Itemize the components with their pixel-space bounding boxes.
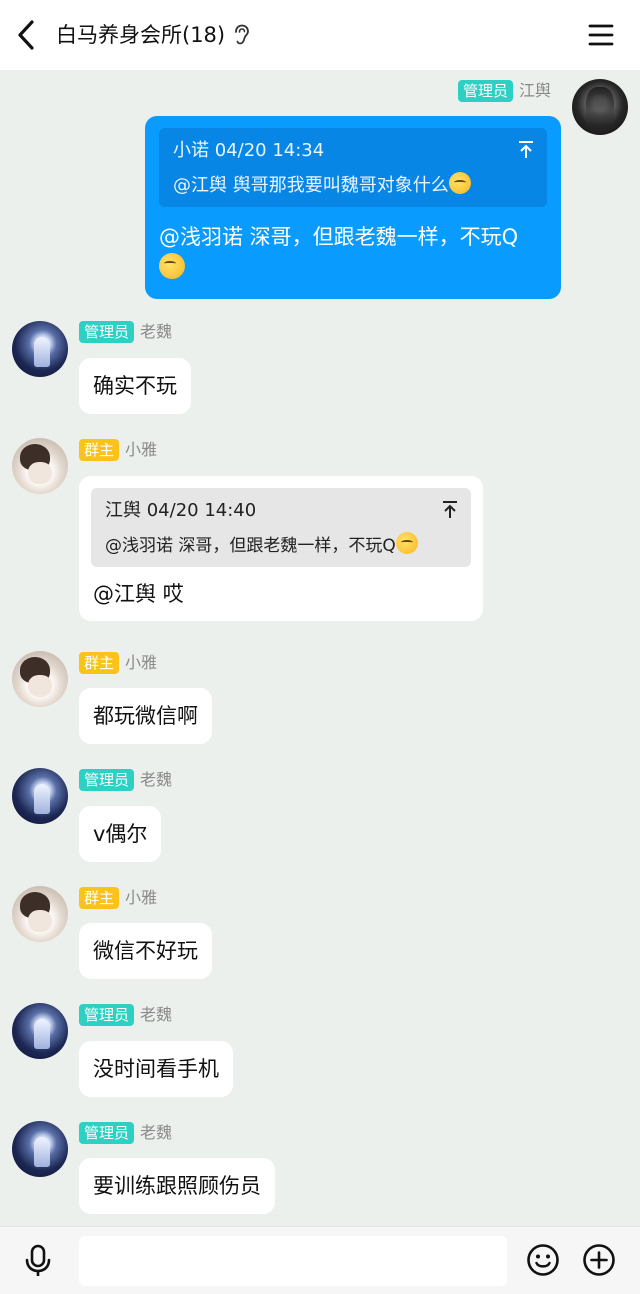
microphone-icon: [25, 1244, 51, 1276]
quoted-message[interactable]: 小诺 04/20 14:34 @江舆 舆哥那我要叫魏哥对象什么: [159, 128, 547, 207]
ear-icon[interactable]: [233, 24, 251, 46]
chat-title: 白马养身会所(18): [56, 23, 226, 47]
quote-text: @浅羽诺 深哥，但跟老魏一样，不玩Q: [105, 532, 457, 559]
quoted-message[interactable]: 江舆 04/20 14:40 @浅羽诺 深哥，但跟老魏一样，不玩Q: [91, 488, 471, 567]
message-text: 确实不玩: [93, 374, 177, 398]
tongue-emoji-icon: [159, 253, 185, 279]
admin-badge: 管理员: [79, 321, 135, 343]
menu-button[interactable]: [586, 20, 616, 50]
avatar[interactable]: [12, 1121, 68, 1177]
message-meta: 群主 小雅: [79, 887, 157, 909]
avatar[interactable]: [572, 79, 628, 135]
message-bubble[interactable]: 要训练跟照顾伤员: [79, 1158, 275, 1214]
input-bar: [0, 1226, 640, 1294]
avatar[interactable]: [12, 438, 68, 494]
sender-name: 小雅: [125, 888, 158, 907]
message-bubble[interactable]: 江舆 04/20 14:40 @浅羽诺 深哥，但跟老魏一样，不玩Q @江舆 哎: [79, 476, 483, 621]
chat-area[interactable]: 管理员 江舆 小诺 04/20 14:34 @江舆 舆哥那我要叫魏哥对象什么 @…: [0, 70, 640, 1226]
avatar[interactable]: [12, 321, 68, 377]
message-meta: 群主 小雅: [79, 439, 157, 461]
message-bubble[interactable]: 都玩微信啊: [79, 688, 212, 744]
more-button[interactable]: [582, 1243, 616, 1277]
message-text: v偶尔: [93, 822, 148, 846]
sender-name: 老魏: [140, 1123, 173, 1142]
top-bar: 白马养身会所(18): [0, 0, 640, 70]
message-text: 没时间看手机: [93, 1057, 219, 1081]
sender-name: 老魏: [140, 770, 173, 789]
message-bubble[interactable]: 小诺 04/20 14:34 @江舆 舆哥那我要叫魏哥对象什么 @浅羽诺 深哥，…: [145, 116, 561, 299]
menu-icon: [588, 24, 614, 46]
admin-badge: 管理员: [458, 80, 514, 102]
message-meta: 管理员 老魏: [79, 1122, 172, 1144]
tongue-emoji-icon: [395, 532, 418, 554]
sender-name: 小雅: [125, 440, 158, 459]
admin-badge: 管理员: [79, 769, 135, 791]
voice-button[interactable]: [22, 1244, 54, 1278]
message-text: @江舆 哎: [93, 582, 184, 606]
sender-name: 老魏: [140, 1005, 173, 1024]
admin-badge: 管理员: [79, 1122, 135, 1144]
avatar[interactable]: [12, 886, 68, 942]
quote-text: @江舆 舆哥那我要叫魏哥对象什么: [173, 172, 533, 199]
message-meta: 管理员 老魏: [79, 321, 172, 343]
message-text: 要训练跟照顾伤员: [93, 1174, 261, 1198]
avatar[interactable]: [12, 651, 68, 707]
message-text: 微信不好玩: [93, 939, 198, 963]
message-bubble[interactable]: 微信不好玩: [79, 923, 212, 979]
owner-badge: 群主: [79, 652, 120, 674]
message-text: @浅羽诺 深哥，但跟老魏一样，不玩Q: [159, 221, 547, 285]
avatar[interactable]: [12, 768, 68, 824]
chevron-left-icon: [18, 20, 34, 50]
message-text: 都玩微信啊: [93, 704, 198, 728]
smiley-icon: [527, 1244, 559, 1276]
owner-badge: 群主: [79, 887, 120, 909]
message-input[interactable]: [79, 1236, 507, 1286]
arrow-up-icon: [443, 501, 457, 518]
message-meta: 群主 小雅: [79, 652, 157, 674]
quote-header: 江舆 04/20 14:40: [105, 500, 257, 521]
message-bubble[interactable]: 没时间看手机: [79, 1041, 233, 1097]
sender-name: 江舆: [519, 81, 552, 100]
quote-header: 小诺 04/20 14:34: [173, 140, 325, 161]
message-meta: 管理员 江舆: [458, 80, 551, 102]
relieved-emoji-icon: [448, 172, 471, 194]
plus-circle-icon: [583, 1244, 615, 1276]
emoji-button[interactable]: [526, 1243, 560, 1277]
sender-name: 小雅: [125, 653, 158, 672]
admin-badge: 管理员: [79, 1004, 135, 1026]
arrow-up-icon: [519, 141, 533, 158]
message-bubble[interactable]: v偶尔: [79, 806, 162, 862]
message-meta: 管理员 老魏: [79, 769, 172, 791]
avatar[interactable]: [12, 1003, 68, 1059]
owner-badge: 群主: [79, 439, 120, 461]
message-meta: 管理员 老魏: [79, 1004, 172, 1026]
sender-name: 老魏: [140, 322, 173, 341]
back-button[interactable]: [12, 17, 44, 53]
message-bubble[interactable]: 确实不玩: [79, 358, 191, 414]
